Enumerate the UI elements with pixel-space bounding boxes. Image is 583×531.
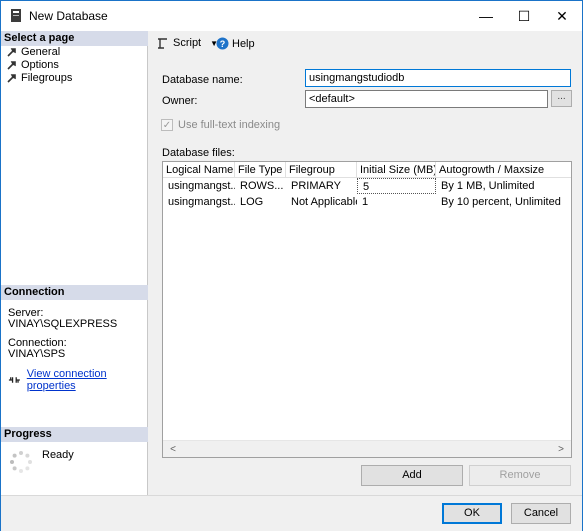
progress-status: Ready xyxy=(42,449,74,461)
cell-file-type[interactable]: LOG xyxy=(235,194,286,210)
column-header-autogrowth[interactable]: Autogrowth / Maxsize xyxy=(436,162,571,177)
scroll-right-button[interactable]: > xyxy=(553,443,569,456)
title-bar: New Database — ☐ ✕ xyxy=(1,1,582,31)
connection-header: Connection xyxy=(1,285,148,300)
owner-label: Owner: xyxy=(162,95,198,107)
database-name-label: Database name: xyxy=(162,74,243,86)
help-label: Help xyxy=(232,37,255,50)
cell-logical-name[interactable]: usingmangst... xyxy=(163,194,235,210)
svg-text:?: ? xyxy=(220,39,226,49)
owner-browse-button[interactable]: ... xyxy=(551,90,572,107)
page-item-label: General xyxy=(21,46,61,58)
help-button[interactable]: ? Help xyxy=(216,37,255,50)
remove-button[interactable]: Remove xyxy=(469,465,571,486)
select-page-header: Select a page xyxy=(1,31,148,46)
grid-header: Logical Name File Type Filegroup Initial… xyxy=(163,162,571,178)
connection-plug-icon xyxy=(8,376,20,383)
connection-value: VINAY\SPS xyxy=(8,348,66,360)
cell-file-type[interactable]: ROWS... xyxy=(235,178,286,194)
page-item-label: Filegroups xyxy=(21,72,73,84)
wrench-icon xyxy=(7,73,16,83)
page-item-general[interactable]: General xyxy=(6,45,60,59)
page-item-filegroups[interactable]: Filegroups xyxy=(6,71,72,85)
add-button[interactable]: Add xyxy=(361,465,463,486)
page-item-label: Options xyxy=(21,59,59,71)
cancel-button[interactable]: Cancel xyxy=(511,503,571,524)
owner-input[interactable]: <default> xyxy=(305,90,548,108)
wrench-icon xyxy=(7,60,16,70)
fulltext-label: Use full-text indexing xyxy=(178,119,281,131)
help-icon: ? xyxy=(216,37,229,50)
view-connection-link[interactable]: View connection properties xyxy=(27,368,147,392)
table-row[interactable]: usingmangst... LOG Not Applicable 1 By 1… xyxy=(163,194,571,210)
view-connection-properties[interactable]: View connection properties xyxy=(8,368,147,392)
page-item-options[interactable]: Options xyxy=(6,58,59,72)
database-files-grid[interactable]: Logical Name File Type Filegroup Initial… xyxy=(162,161,572,458)
table-row[interactable]: usingmangst... ROWS... PRIMARY 5 By 1 MB… xyxy=(163,178,571,194)
progress-header: Progress xyxy=(1,427,148,442)
fulltext-checkbox[interactable]: ✓ xyxy=(161,119,173,131)
script-label: Script xyxy=(173,37,202,49)
new-database-dialog: New Database — ☐ ✕ Select a page General… xyxy=(0,0,583,531)
ok-button[interactable]: OK xyxy=(442,503,502,524)
cell-autogrowth[interactable]: By 1 MB, Unlimited xyxy=(436,178,571,194)
cell-autogrowth[interactable]: By 10 percent, Unlimited xyxy=(436,194,571,210)
cell-initial-size[interactable]: 1 xyxy=(357,194,436,210)
script-icon xyxy=(158,38,167,49)
window-title: New Database xyxy=(29,9,108,23)
database-name-input[interactable]: usingmangstudiodb xyxy=(305,69,571,87)
cell-filegroup[interactable]: PRIMARY xyxy=(286,178,357,194)
column-header-filegroup[interactable]: Filegroup xyxy=(286,162,357,177)
script-button[interactable]: Script ▼ xyxy=(156,37,218,49)
left-panel: Select a page General Options Filegroups… xyxy=(1,31,148,495)
column-header-file-type[interactable]: File Type xyxy=(235,162,286,177)
wrench-icon xyxy=(7,47,16,57)
database-app-icon xyxy=(11,9,21,22)
server-value: VINAY\SQLEXPRESS xyxy=(8,318,118,330)
cell-initial-size[interactable]: 5 xyxy=(357,178,436,194)
horizontal-scrollbar[interactable]: < > xyxy=(163,440,571,457)
cell-filegroup[interactable]: Not Applicable xyxy=(286,194,357,210)
column-header-initial-size[interactable]: Initial Size (MB) xyxy=(357,162,436,177)
scroll-left-button[interactable]: < xyxy=(165,443,181,456)
fulltext-indexing-checkbox-row[interactable]: ✓ Use full-text indexing xyxy=(161,119,280,131)
progress-spinner-icon xyxy=(10,451,32,473)
cell-logical-name[interactable]: usingmangst... xyxy=(163,178,235,194)
database-files-label: Database files: xyxy=(162,147,235,159)
close-button[interactable]: ✕ xyxy=(539,1,583,31)
column-header-logical-name[interactable]: Logical Name xyxy=(163,162,235,177)
